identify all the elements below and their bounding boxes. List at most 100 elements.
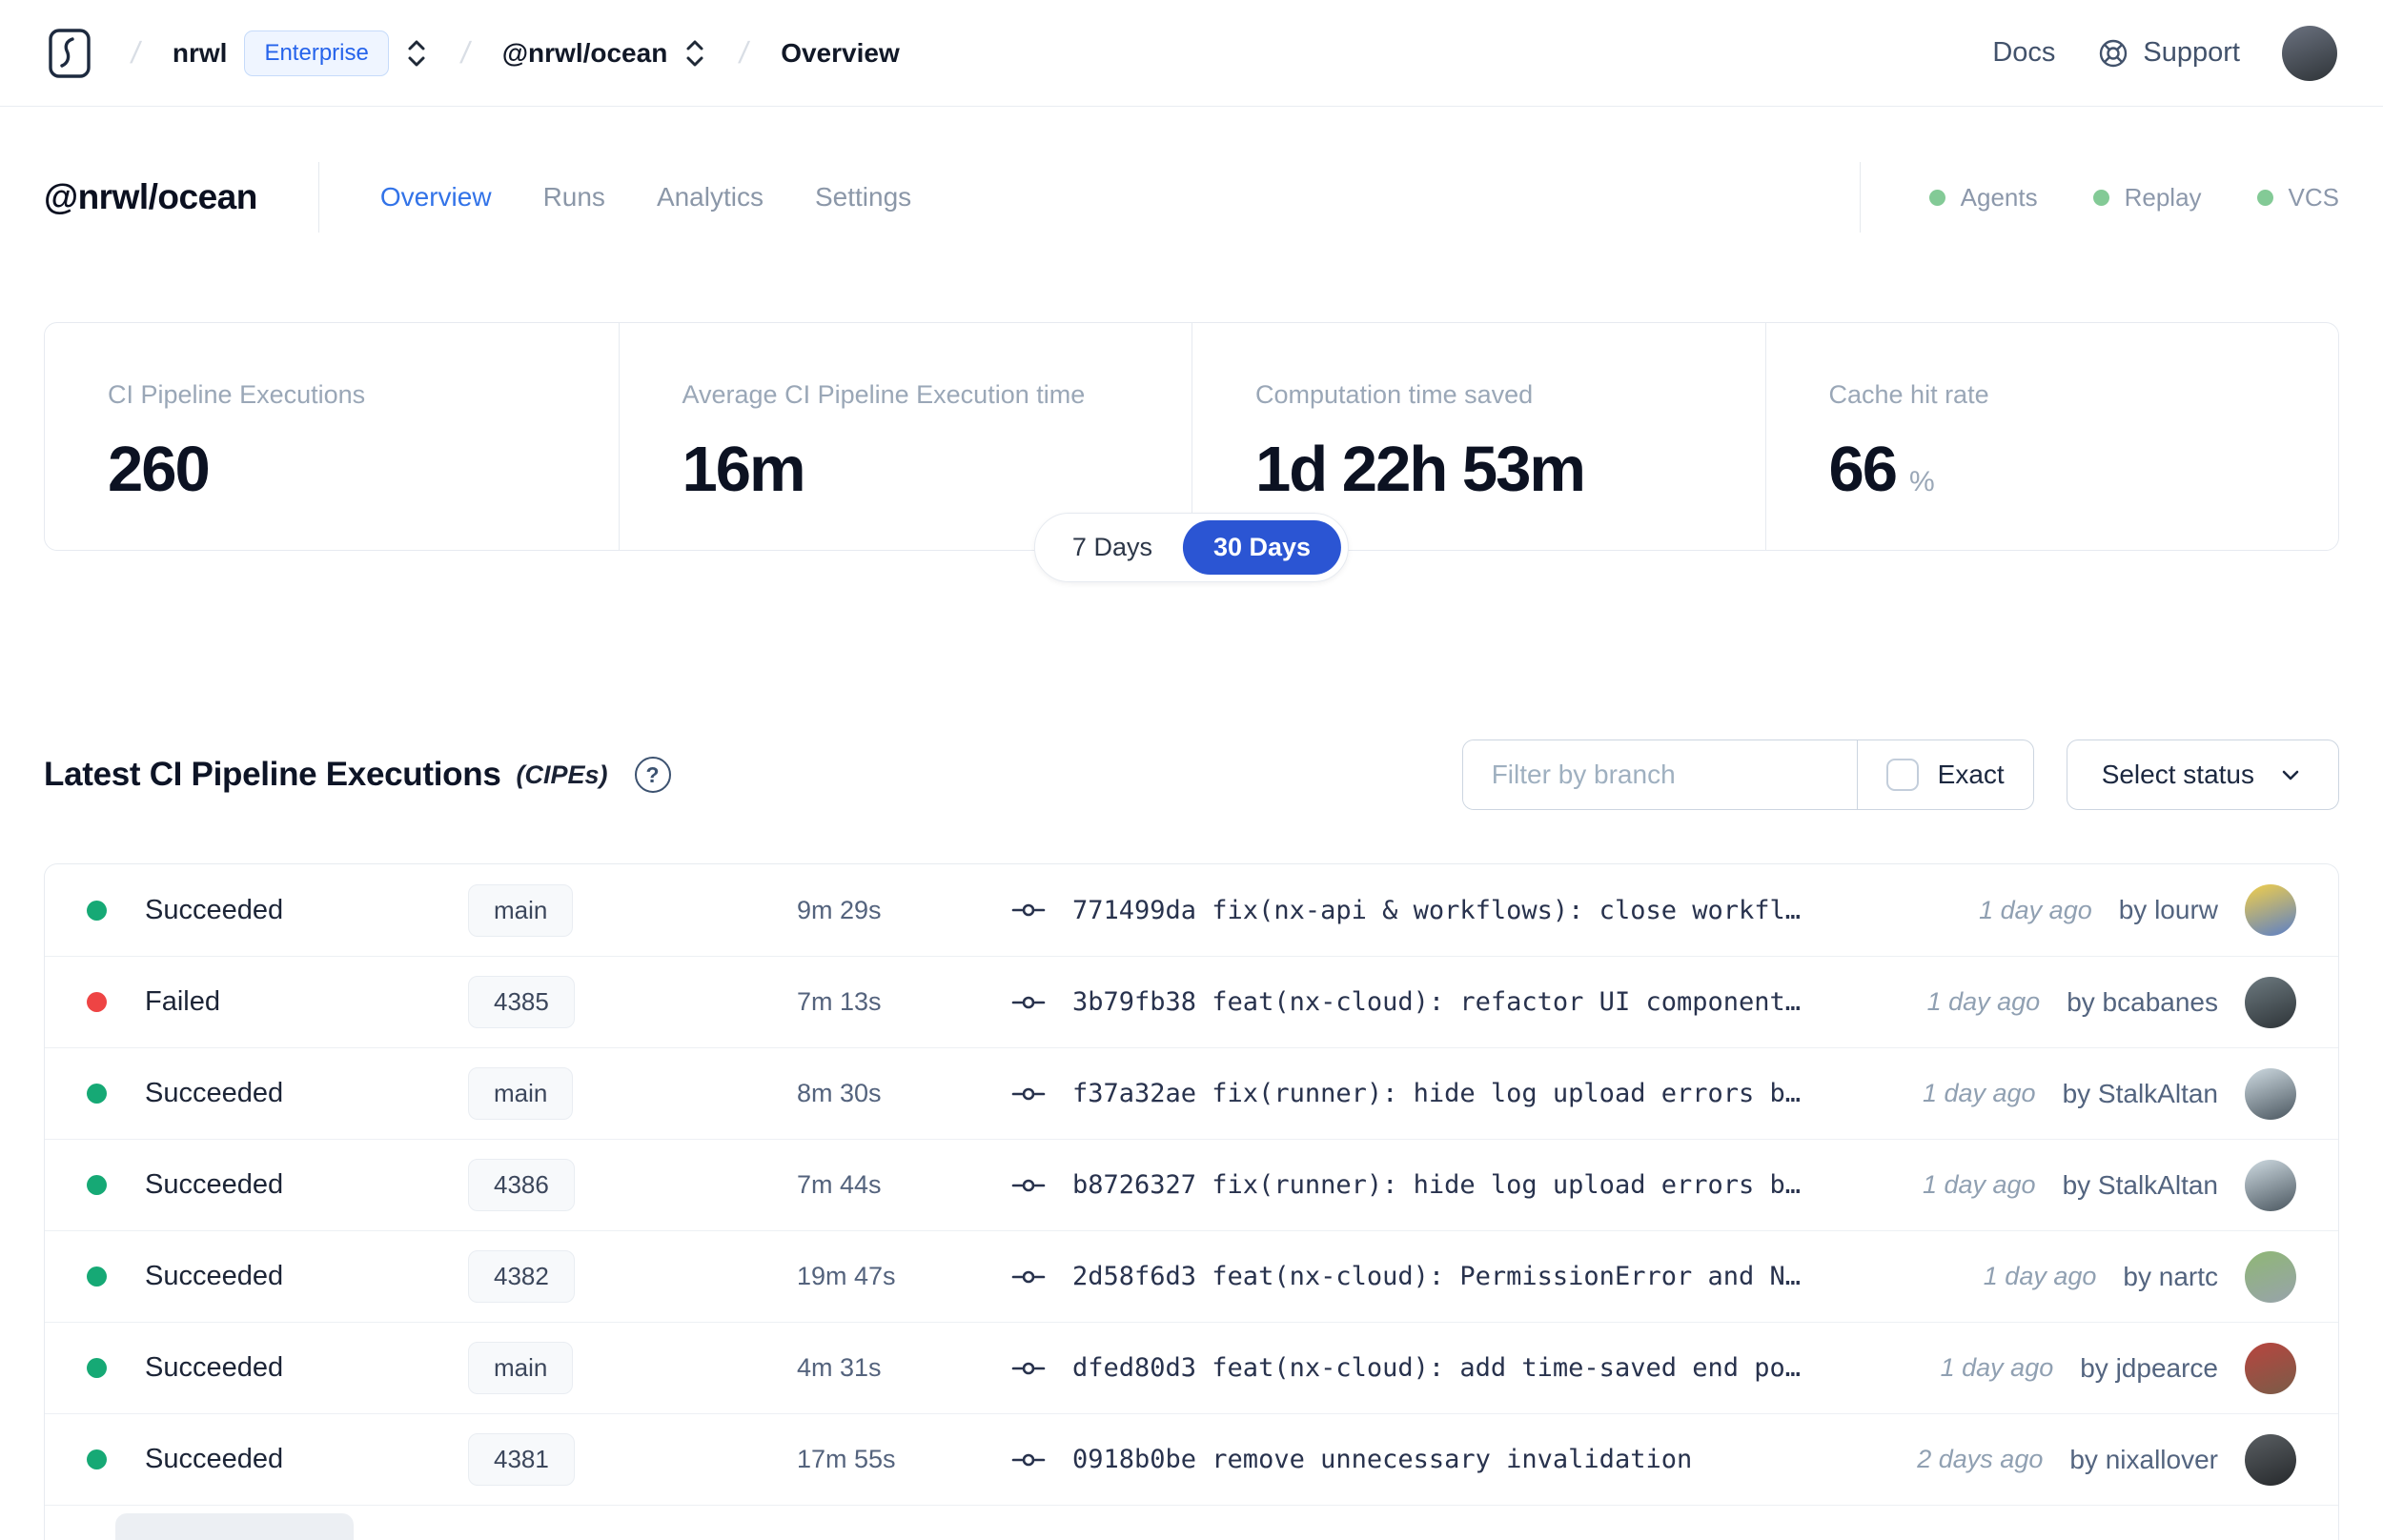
branch-pill[interactable]: main	[468, 1342, 574, 1394]
branch-pill[interactable]: main	[468, 1067, 574, 1120]
status-label: Succeeded	[145, 894, 284, 925]
git-commit-icon	[1011, 1179, 1046, 1191]
cipe-section-header: Latest CI Pipeline Executions (CIPEs) ? …	[44, 740, 2339, 810]
author: by nixallover	[2069, 1444, 2218, 1474]
workspace-switcher-chevrons-icon[interactable]	[682, 36, 707, 71]
status-label: Succeeded	[145, 1078, 284, 1108]
breadcrumb-workspace[interactable]: @nrwl/ocean	[502, 38, 668, 69]
tab-overview[interactable]: Overview	[380, 182, 492, 213]
branch-pill[interactable]: main	[468, 883, 574, 937]
cipe-row[interactable]: Succeeded main 4m 31s dfed80d3 feat(nx-c…	[45, 1322, 2338, 1413]
status-dot	[87, 1175, 107, 1195]
stats-cards: CI Pipeline Executions 260 Average CI Pi…	[44, 322, 2339, 582]
docs-link[interactable]: Docs	[1992, 37, 2055, 69]
nx-cloud-logo-icon[interactable]	[46, 27, 99, 80]
enterprise-badge: Enterprise	[244, 30, 389, 76]
author: by lourw	[2118, 895, 2218, 924]
cipe-row[interactable]: Succeeded 4382 19m 47s 2d58f6d3 feat(nx-…	[45, 1230, 2338, 1322]
cipe-filters: Exact Select status	[1461, 740, 2339, 810]
time-ago: 1 day ago	[1922, 1079, 2036, 1107]
user-avatar[interactable]	[2282, 25, 2337, 81]
commit-message: dfed80d3 feat(nx-cloud): add time-saved …	[1072, 1353, 1802, 1383]
status-label: Succeeded	[145, 1444, 284, 1474]
status-dot	[87, 992, 107, 1012]
branch-pill[interactable]: 4386	[468, 1159, 575, 1211]
workspace-header: @nrwl/ocean Overview Runs Analytics Sett…	[44, 162, 2339, 233]
select-status-dropdown[interactable]: Select status	[2066, 740, 2339, 810]
org-switcher-chevrons-icon[interactable]	[404, 36, 429, 71]
time-ago: 2 days ago	[1917, 1445, 2044, 1473]
status-label: Failed	[145, 986, 220, 1017]
author: by StalkAltan	[2062, 1169, 2218, 1200]
tab-settings[interactable]: Settings	[815, 182, 911, 213]
divider	[317, 162, 319, 233]
duration: 7m 44s	[797, 1170, 882, 1199]
top-navbar: / nrwl Enterprise / @nrwl/ocean / Overvi…	[0, 0, 2383, 107]
tab-analytics[interactable]: Analytics	[657, 182, 764, 213]
breadcrumb-separator: /	[128, 35, 144, 70]
status-label: Succeeded	[145, 1261, 284, 1291]
cipe-table-body: Succeeded main 9m 29s 771499da fix(nx-ap…	[45, 864, 2338, 1505]
cipe-row[interactable]: Succeeded 4381 17m 55s 0918b0be remove u…	[45, 1413, 2338, 1505]
support-label: Support	[2143, 37, 2240, 68]
status-dot	[87, 1449, 107, 1469]
tab-runs[interactable]: Runs	[543, 182, 605, 213]
cipe-title-suffix: (CIPEs)	[516, 760, 608, 789]
time-ago: 1 day ago	[1979, 895, 2092, 924]
status-label: Succeeded	[145, 1352, 284, 1383]
cipe-table: Succeeded main 9m 29s 771499da fix(nx-ap…	[44, 863, 2339, 1540]
service-agents[interactable]: Agents	[1928, 183, 2038, 213]
cipe-row[interactable]: Succeeded 4386 7m 44s b8726327 fix(runne…	[45, 1139, 2338, 1230]
select-status-label: Select status	[2101, 760, 2254, 789]
lifebuoy-icon	[2100, 39, 2128, 67]
commit-message: 771499da fix(nx-api & workflows): close …	[1072, 895, 1802, 925]
help-icon[interactable]: ?	[634, 757, 671, 793]
status-dot	[87, 1266, 107, 1287]
duration: 17m 55s	[797, 1445, 896, 1473]
range-30-days[interactable]: 30 Days	[1182, 520, 1342, 575]
branch-pill[interactable]: 4382	[468, 1250, 575, 1303]
cipe-row[interactable]: Failed 4385 7m 13s 3b79fb38 feat(nx-clou…	[45, 956, 2338, 1047]
status-dot-green	[2256, 189, 2273, 206]
skeleton-bar	[115, 1513, 354, 1540]
author: by jdpearce	[2080, 1352, 2218, 1383]
duration: 4m 31s	[797, 1353, 882, 1382]
branch-filter-group: Exact	[1461, 740, 2034, 810]
service-replay[interactable]: Replay	[2092, 183, 2202, 213]
git-commit-icon	[1011, 996, 1046, 1008]
date-range-toggle: 7 Days 30 Days	[1033, 513, 1350, 582]
duration: 9m 29s	[797, 895, 882, 924]
avatar	[2245, 976, 2296, 1028]
stat-card-cache-hit: Cache hit rate 66 %	[1764, 323, 2339, 550]
support-link[interactable]: Support	[2097, 37, 2240, 70]
time-ago: 1 day ago	[1926, 987, 2041, 1016]
duration: 7m 13s	[797, 987, 882, 1016]
exact-toggle: Exact	[1856, 740, 2033, 809]
avatar	[2245, 1250, 2296, 1303]
breadcrumb-org[interactable]: nrwl	[173, 38, 228, 69]
commit-message: 3b79fb38 feat(nx-cloud): refactor UI com…	[1072, 987, 1802, 1017]
range-7-days[interactable]: 7 Days	[1042, 520, 1183, 575]
branch-pill[interactable]: 4385	[468, 976, 575, 1028]
commit-message: 0918b0be remove unnecessary invalidation	[1072, 1445, 1693, 1474]
partial-row	[45, 1505, 2338, 1540]
git-commit-icon	[1011, 1453, 1046, 1466]
status-label: Succeeded	[145, 1169, 284, 1200]
author: by nartc	[2123, 1261, 2218, 1291]
git-commit-icon	[1011, 1087, 1046, 1100]
service-vcs[interactable]: VCS	[2256, 183, 2339, 213]
status-dot	[87, 900, 107, 921]
cipe-row[interactable]: Succeeded main 8m 30s f37a32ae fix(runne…	[45, 1047, 2338, 1139]
exact-checkbox[interactable]	[1885, 759, 1919, 791]
breadcrumb-separator: /	[737, 35, 752, 70]
avatar	[2245, 884, 2296, 936]
branch-filter-input[interactable]	[1462, 740, 1857, 809]
branch-pill[interactable]: 4381	[468, 1433, 575, 1486]
status-dot-green	[2092, 189, 2109, 206]
service-status-list: Agents Replay VCS	[1859, 162, 2339, 233]
git-commit-icon	[1011, 903, 1046, 917]
cipe-row[interactable]: Succeeded main 9m 29s 771499da fix(nx-ap…	[45, 864, 2338, 956]
status-dot	[87, 1084, 107, 1104]
exact-label: Exact	[1937, 760, 2005, 789]
breadcrumb-separator: /	[458, 35, 473, 70]
